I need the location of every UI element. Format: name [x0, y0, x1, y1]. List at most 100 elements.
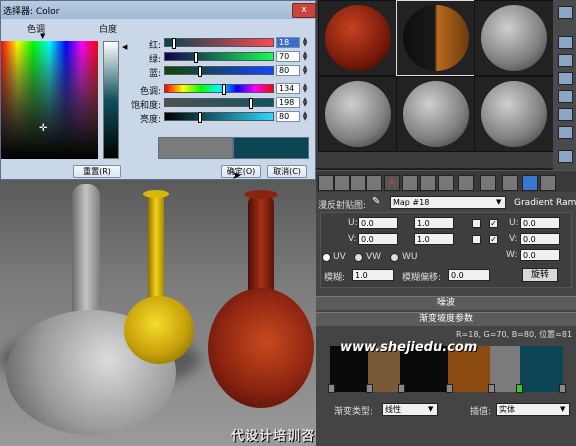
- reset-map-icon[interactable]: [366, 175, 382, 191]
- ramp-flag[interactable]: [398, 384, 405, 393]
- angle-v-field[interactable]: 0.0: [520, 233, 560, 245]
- red-spinner-icon[interactable]: ▲ ▼: [301, 37, 309, 48]
- gradient-rollout-header[interactable]: 渐变坡度参数: [316, 312, 576, 326]
- put-to-library-icon[interactable]: [420, 175, 436, 191]
- chevron-down-icon[interactable]: ▼: [496, 198, 501, 206]
- slider-knob[interactable]: [198, 112, 202, 123]
- video-check-icon[interactable]: [558, 90, 573, 103]
- blur-field[interactable]: 1.0: [352, 269, 394, 281]
- make-unique-icon[interactable]: [402, 175, 418, 191]
- offset-v-field[interactable]: 0.0: [358, 233, 398, 245]
- material-slot-5[interactable]: [396, 76, 476, 152]
- map-name-field[interactable]: Map #18: [390, 196, 506, 209]
- wu-radio[interactable]: [390, 253, 399, 262]
- sample-uv-icon[interactable]: [558, 72, 573, 85]
- ramp-flag-selected[interactable]: [516, 384, 523, 393]
- eyedropper-icon[interactable]: ✎: [372, 196, 384, 208]
- offset-u-field[interactable]: 0.0: [358, 217, 398, 229]
- value-spinner-icon[interactable]: ▲ ▼: [301, 111, 309, 122]
- backlight-icon[interactable]: [558, 36, 573, 49]
- ramp-flag[interactable]: [446, 384, 453, 393]
- blur-offset-field[interactable]: 0.0: [448, 269, 490, 281]
- hue-slider[interactable]: [164, 84, 274, 95]
- crosshair-icon[interactable]: ✛: [39, 123, 47, 134]
- delete-icon[interactable]: ✕: [384, 175, 400, 191]
- red-slider[interactable]: [164, 38, 274, 49]
- uv-radio[interactable]: [322, 253, 331, 262]
- rotate-button[interactable]: 旋转: [522, 268, 558, 282]
- make-preview-icon[interactable]: [558, 108, 573, 121]
- cancel-button[interactable]: 取消(C): [267, 165, 307, 178]
- slider-knob[interactable]: [249, 98, 253, 109]
- material-slot-1[interactable]: [318, 0, 398, 76]
- wu-label: WU: [402, 252, 418, 262]
- material-slot-2-active[interactable]: [396, 0, 476, 76]
- blue-spinner-icon[interactable]: ▲ ▼: [301, 65, 309, 76]
- noise-rollout-header[interactable]: 噪波: [316, 296, 576, 310]
- hue-spectrum[interactable]: ✛: [1, 41, 98, 159]
- green-slider[interactable]: [164, 52, 274, 63]
- sample-type-icon[interactable]: [558, 6, 573, 19]
- gradient-type-label: 渐变类型:: [334, 407, 374, 417]
- assign-to-selection-icon[interactable]: [350, 175, 366, 191]
- go-to-parent-icon[interactable]: [502, 175, 518, 191]
- value-value-field[interactable]: 80: [276, 111, 300, 122]
- green-value-field[interactable]: 70: [276, 51, 300, 62]
- ramp-flag[interactable]: [559, 384, 566, 393]
- slider-knob[interactable]: [194, 52, 198, 63]
- angle-w-field[interactable]: 0.0: [520, 249, 560, 261]
- mirror-v-checkbox[interactable]: [472, 235, 481, 244]
- slider-knob[interactable]: [172, 38, 176, 49]
- viewport[interactable]: [0, 180, 316, 446]
- whiteness-strip[interactable]: [103, 41, 119, 159]
- value-slider[interactable]: [164, 112, 274, 123]
- dialog-titlebar[interactable]: 选择器: Color x: [1, 1, 316, 19]
- ramp-flag[interactable]: [328, 384, 335, 393]
- material-id-icon[interactable]: [438, 175, 454, 191]
- blue-slider[interactable]: [164, 66, 274, 77]
- diffuse-map-label: 漫反射贴图:: [318, 201, 367, 211]
- mirror-u-checkbox[interactable]: [472, 219, 481, 228]
- reset-button[interactable]: 重置(R): [73, 165, 121, 178]
- hue-spinner-icon[interactable]: ▲ ▼: [301, 83, 309, 94]
- tiling-u-field[interactable]: 1.0: [414, 217, 454, 229]
- tile-v-checkbox[interactable]: ✓: [489, 235, 498, 244]
- hue-label: 色调:: [139, 87, 161, 97]
- show-map-icon[interactable]: [458, 175, 474, 191]
- slider-knob[interactable]: [198, 66, 202, 77]
- go-forward-sibling-icon[interactable]: [522, 175, 538, 191]
- options-icon[interactable]: [558, 126, 573, 139]
- tiling-v-field[interactable]: 1.0: [414, 233, 454, 245]
- material-slot-3[interactable]: [474, 0, 554, 76]
- ramp-flag[interactable]: [366, 384, 373, 393]
- hue-pointer-icon[interactable]: ▼: [40, 32, 45, 40]
- tile-u-checkbox[interactable]: ✓: [489, 219, 498, 228]
- material-slot-4[interactable]: [318, 76, 398, 152]
- material-slot-6[interactable]: [474, 76, 554, 152]
- interpolation-select[interactable]: 实体: [496, 403, 570, 416]
- blue-value-field[interactable]: 80: [276, 65, 300, 76]
- ramp-flag[interactable]: [488, 384, 495, 393]
- angle-u-field[interactable]: 0.0: [520, 217, 560, 229]
- current-color-swatch: [233, 137, 309, 159]
- hue-value-field[interactable]: 134: [276, 83, 300, 94]
- red-value-field[interactable]: 18: [276, 37, 300, 48]
- show-end-result-icon[interactable]: [480, 175, 496, 191]
- ramp-segment[interactable]: [520, 346, 563, 392]
- saturation-spinner-icon[interactable]: ▲ ▼: [301, 97, 309, 108]
- get-material-icon[interactable]: [318, 175, 334, 191]
- whiteness-pointer-icon[interactable]: ◀: [122, 43, 127, 51]
- background-icon[interactable]: [558, 54, 573, 67]
- close-button[interactable]: x: [292, 3, 316, 18]
- saturation-value-field[interactable]: 198: [276, 97, 300, 108]
- original-color-swatch[interactable]: [158, 137, 233, 159]
- select-by-material-icon[interactable]: [558, 150, 573, 163]
- slider-knob[interactable]: [222, 84, 226, 95]
- saturation-slider[interactable]: [164, 98, 274, 109]
- navigator-icon[interactable]: [540, 175, 556, 191]
- map-type-button[interactable]: Gradient Ramp: [514, 198, 576, 208]
- dialog-title: 选择器: Color: [3, 7, 60, 17]
- put-to-scene-icon[interactable]: [334, 175, 350, 191]
- green-spinner-icon[interactable]: ▲ ▼: [301, 51, 309, 62]
- vw-radio[interactable]: [354, 253, 363, 262]
